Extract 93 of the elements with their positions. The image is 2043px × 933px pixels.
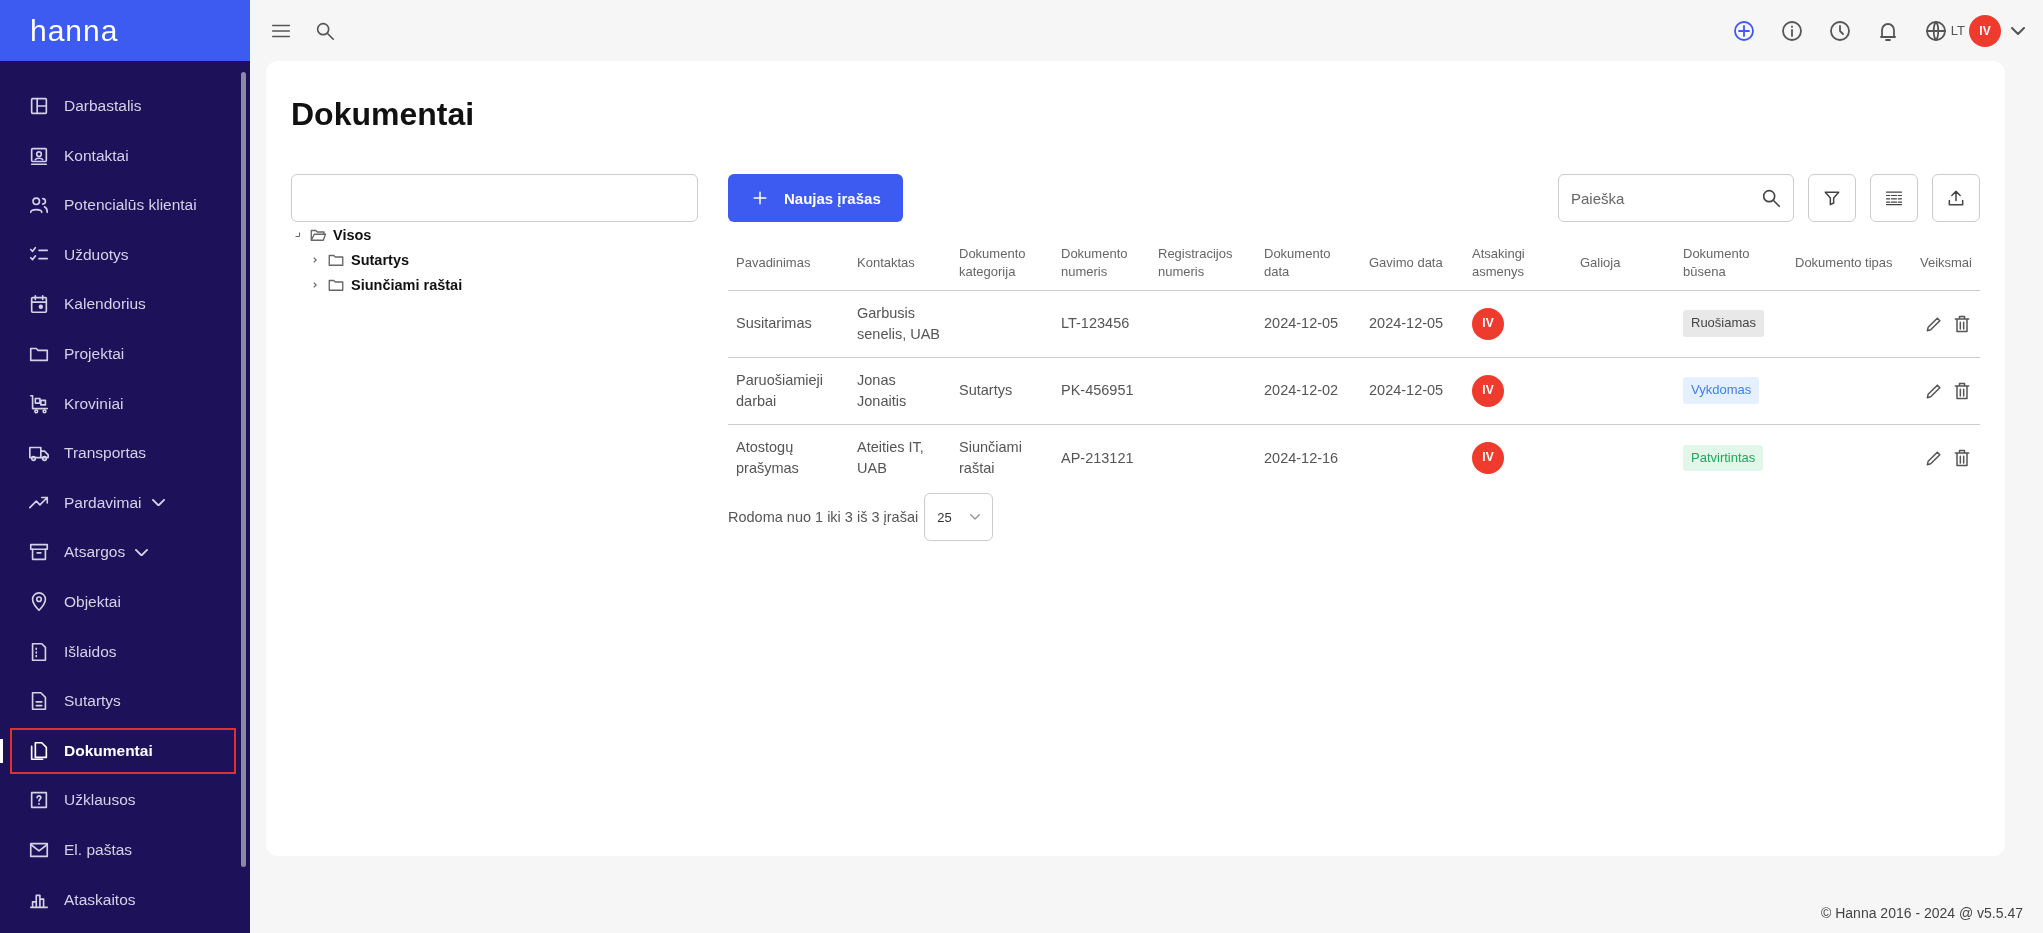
expanded-toggle-icon[interactable] bbox=[294, 232, 300, 237]
sidebar-item[interactable]: Ataskaitos bbox=[10, 876, 236, 923]
chevron-down-icon bbox=[969, 514, 980, 520]
document-link[interactable]: Susitarimas bbox=[736, 313, 841, 334]
sidebar-item[interactable]: Transportas bbox=[10, 430, 236, 477]
search-field[interactable]: Paieška bbox=[1558, 174, 1794, 222]
sidebar-item[interactable]: Užduotys bbox=[10, 231, 236, 278]
cart-icon bbox=[28, 392, 50, 415]
tree-item[interactable]: Siunčiami raštai bbox=[351, 276, 463, 293]
sidebar-item[interactable]: Pardavimai bbox=[10, 479, 236, 526]
scrollbar[interactable] bbox=[241, 72, 246, 867]
globe-icon bbox=[1923, 18, 1948, 43]
info-button[interactable] bbox=[1779, 18, 1804, 43]
column-header[interactable]: Atsakingi asmenys bbox=[1464, 236, 1572, 290]
table-cell-text: 2024-12-05 bbox=[1369, 314, 1445, 334]
collapsed-toggle-icon[interactable] bbox=[313, 256, 317, 263]
column-header[interactable]: Galioja bbox=[1572, 236, 1675, 290]
add-button[interactable] bbox=[1731, 18, 1756, 43]
page-size-select[interactable]: 25 bbox=[924, 493, 993, 541]
sidebar-item[interactable]: El. paštas bbox=[10, 826, 236, 873]
tree-item[interactable]: Sutartys bbox=[351, 251, 410, 268]
sidebar-item[interactable]: Objektai bbox=[10, 578, 236, 625]
documents-icon bbox=[28, 739, 50, 762]
status-badge: Vykdomas bbox=[1683, 377, 1760, 404]
column-header[interactable]: Registracijos numeris bbox=[1150, 236, 1256, 290]
delete-button[interactable] bbox=[1952, 381, 1972, 402]
sidebar-item[interactable]: Sutartys bbox=[10, 678, 236, 725]
column-header[interactable]: Dokumento numeris bbox=[1053, 236, 1150, 290]
sidebar-item[interactable]: Darbastalis bbox=[10, 83, 236, 129]
contact-link[interactable]: Ateities IT, UAB bbox=[857, 437, 943, 479]
status-badge: Ruošiamas bbox=[1683, 310, 1765, 337]
contact-link[interactable]: Garbusis senelis, UAB bbox=[857, 303, 943, 344]
trash-icon bbox=[1952, 381, 1972, 402]
column-header[interactable]: Dokumento data bbox=[1256, 236, 1361, 290]
tree-item[interactable]: Visos bbox=[333, 226, 372, 243]
table-cell-text: Siunčiami raštai bbox=[959, 438, 1023, 478]
status-badge: Patvirtintas bbox=[1683, 444, 1764, 471]
column-header[interactable]: Dokumento kategorija bbox=[951, 236, 1053, 290]
column-header[interactable]: Gavimo data bbox=[1361, 236, 1464, 290]
clock-icon bbox=[1827, 18, 1852, 43]
column-header[interactable]: Pavadinimas bbox=[728, 236, 849, 290]
column-header[interactable]: Dokumento būsena bbox=[1675, 236, 1787, 290]
user-avatar: IV bbox=[1472, 441, 1504, 474]
page-title: Dokumentai bbox=[291, 95, 476, 134]
column-header[interactable]: Kontaktas bbox=[849, 236, 951, 290]
calendar-icon bbox=[28, 293, 50, 316]
table-cell-text: PK-456951 bbox=[1061, 381, 1135, 401]
active-indicator bbox=[0, 738, 3, 763]
upload-icon bbox=[1946, 188, 1966, 208]
sidebar-item[interactable]: Kalendorius bbox=[10, 281, 236, 328]
table-cell-text: AP-213121 bbox=[1061, 448, 1135, 468]
pagination-summary: Rodoma nuo 1 iki 3 iš 3 įrašai bbox=[728, 509, 919, 525]
table-cell-text: 2024-12-05 bbox=[1369, 381, 1445, 401]
sidebar-item[interactable]: Išlaidos bbox=[10, 628, 236, 675]
chevron-down-icon bbox=[2011, 26, 2025, 35]
search-icon bbox=[1760, 187, 1782, 209]
user-avatar: IV bbox=[1472, 307, 1504, 340]
user-avatar[interactable]: IV bbox=[1969, 14, 2001, 47]
language-button[interactable]: LT bbox=[1923, 18, 1965, 43]
table-cell-text: 2024-12-05 bbox=[1264, 314, 1340, 334]
sidebar-item[interactable]: Dokumentai bbox=[10, 727, 236, 774]
column-header[interactable]: Veiksmai bbox=[1907, 236, 1980, 290]
info-icon bbox=[1779, 18, 1804, 43]
footer-text: © Hanna 2016 - 2024 @ v5.5.47 bbox=[1821, 905, 2023, 921]
sidebar-item[interactable]: Potencialūs klientai bbox=[10, 182, 236, 229]
sidebar-item[interactable]: Užklausos bbox=[10, 777, 236, 824]
tree-search-field[interactable] bbox=[291, 174, 698, 222]
delete-button[interactable] bbox=[1952, 314, 1972, 335]
export-button[interactable] bbox=[1932, 174, 1980, 222]
collapsed-toggle-icon[interactable] bbox=[313, 281, 317, 288]
filter-icon bbox=[1822, 188, 1842, 208]
sidebar-item[interactable]: Kroviniai bbox=[10, 380, 236, 427]
trash-icon bbox=[1952, 314, 1972, 335]
trash-icon bbox=[1952, 448, 1972, 469]
table-cell-text: 2024-12-02 bbox=[1264, 381, 1340, 401]
columns-button[interactable] bbox=[1870, 174, 1918, 222]
document-link[interactable]: Atostogų prašymas bbox=[736, 437, 841, 479]
sidebar-item[interactable]: Atsargos bbox=[10, 529, 236, 576]
table-cell-text: Sutartys bbox=[959, 381, 1014, 401]
new-entry-button[interactable]: Naujas įrašas bbox=[728, 174, 903, 222]
layout-icon bbox=[28, 95, 50, 117]
table-cell-text: LT-123456 bbox=[1061, 314, 1131, 334]
sidebar-item[interactable]: Projektai bbox=[10, 330, 236, 377]
column-header[interactable]: Dokumento tipas bbox=[1787, 236, 1907, 290]
table-cell-text: 2024-12-16 bbox=[1264, 448, 1340, 468]
plus-circle-icon bbox=[1731, 18, 1756, 43]
delete-button[interactable] bbox=[1952, 448, 1972, 469]
document-link[interactable]: Paruošiamieji darbai bbox=[736, 370, 841, 411]
sidebar-item[interactable]: Kontaktai bbox=[10, 132, 236, 179]
history-button[interactable] bbox=[1827, 18, 1852, 43]
filter-button[interactable] bbox=[1808, 174, 1856, 222]
contact-link[interactable]: Jonas Jonaitis bbox=[857, 370, 943, 411]
user-avatar: IV bbox=[1472, 374, 1504, 407]
